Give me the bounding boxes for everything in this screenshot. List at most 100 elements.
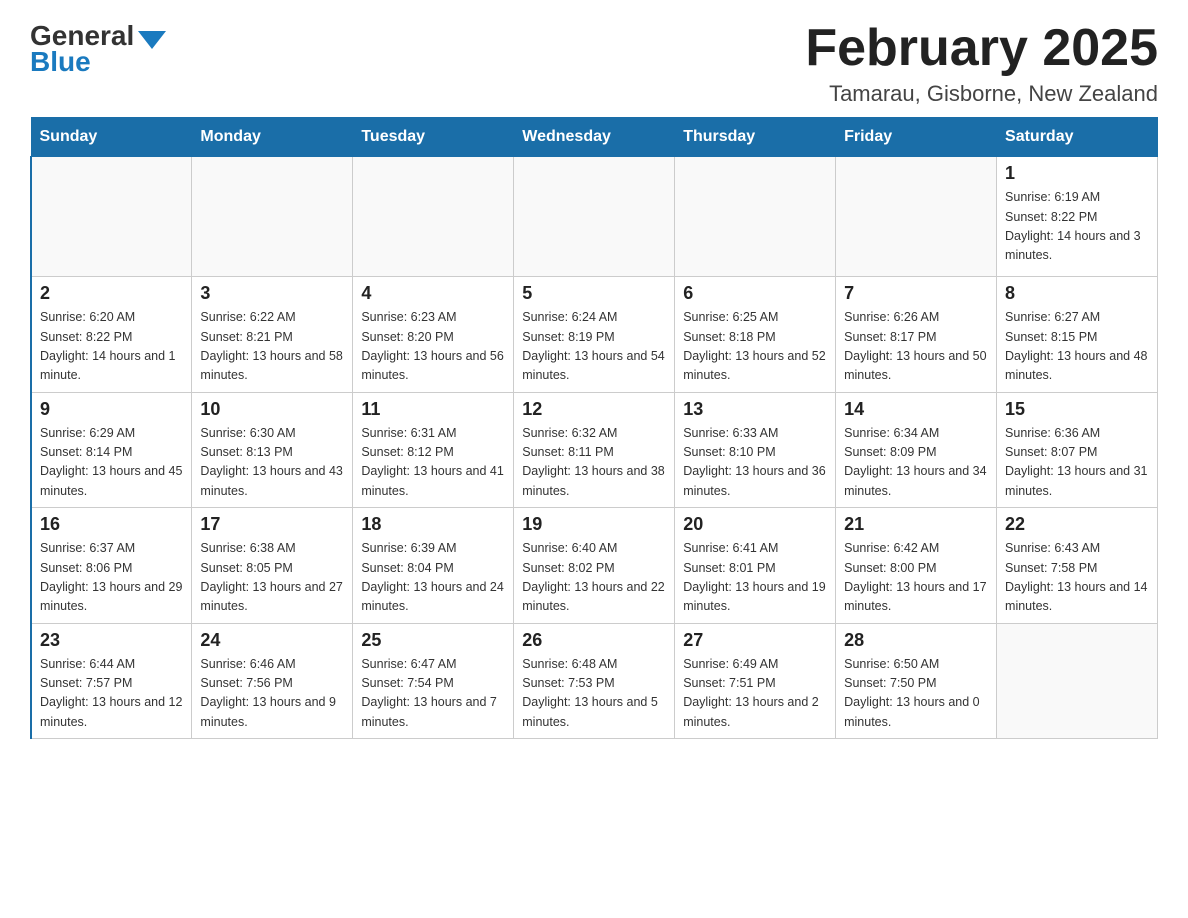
day-info: Sunrise: 6:25 AMSunset: 8:18 PMDaylight:…: [683, 308, 827, 386]
weekday-header-tuesday: Tuesday: [353, 118, 514, 157]
day-cell: 2 Sunrise: 6:20 AMSunset: 8:22 PMDaylight…: [31, 277, 192, 393]
day-number: 7: [844, 283, 988, 304]
day-cell: 11 Sunrise: 6:31 AMSunset: 8:12 PMDayligh…: [353, 392, 514, 508]
day-info: Sunrise: 6:29 AMSunset: 8:14 PMDaylight:…: [40, 424, 183, 502]
week-row-1: 1 Sunrise: 6:19 AMSunset: 8:22 PMDaylight…: [31, 157, 1158, 277]
logo: General Blue: [30, 20, 166, 78]
day-info: Sunrise: 6:47 AMSunset: 7:54 PMDaylight:…: [361, 655, 505, 733]
day-number: 15: [1005, 399, 1149, 420]
day-cell: 7 Sunrise: 6:26 AMSunset: 8:17 PMDaylight…: [836, 277, 997, 393]
day-number: 2: [40, 283, 183, 304]
day-info: Sunrise: 6:41 AMSunset: 8:01 PMDaylight:…: [683, 539, 827, 617]
day-info: Sunrise: 6:46 AMSunset: 7:56 PMDaylight:…: [200, 655, 344, 733]
day-info: Sunrise: 6:39 AMSunset: 8:04 PMDaylight:…: [361, 539, 505, 617]
day-info: Sunrise: 6:40 AMSunset: 8:02 PMDaylight:…: [522, 539, 666, 617]
weekday-header-wednesday: Wednesday: [514, 118, 675, 157]
day-cell: 15 Sunrise: 6:36 AMSunset: 8:07 PMDayligh…: [997, 392, 1158, 508]
day-number: 13: [683, 399, 827, 420]
day-number: 19: [522, 514, 666, 535]
weekday-header-thursday: Thursday: [675, 118, 836, 157]
weekday-header-row: SundayMondayTuesdayWednesdayThursdayFrid…: [31, 118, 1158, 157]
day-cell: 17 Sunrise: 6:38 AMSunset: 8:05 PMDayligh…: [192, 508, 353, 624]
day-cell: 6 Sunrise: 6:25 AMSunset: 8:18 PMDaylight…: [675, 277, 836, 393]
day-cell: 27 Sunrise: 6:49 AMSunset: 7:51 PMDayligh…: [675, 623, 836, 739]
day-cell: 5 Sunrise: 6:24 AMSunset: 8:19 PMDaylight…: [514, 277, 675, 393]
day-number: 4: [361, 283, 505, 304]
day-info: Sunrise: 6:23 AMSunset: 8:20 PMDaylight:…: [361, 308, 505, 386]
day-info: Sunrise: 6:36 AMSunset: 8:07 PMDaylight:…: [1005, 424, 1149, 502]
week-row-5: 23 Sunrise: 6:44 AMSunset: 7:57 PMDayligh…: [31, 623, 1158, 739]
day-cell: 20 Sunrise: 6:41 AMSunset: 8:01 PMDayligh…: [675, 508, 836, 624]
day-number: 25: [361, 630, 505, 651]
calendar-subtitle: Tamarau, Gisborne, New Zealand: [805, 81, 1158, 107]
day-number: 5: [522, 283, 666, 304]
day-cell: 23 Sunrise: 6:44 AMSunset: 7:57 PMDayligh…: [31, 623, 192, 739]
day-info: Sunrise: 6:48 AMSunset: 7:53 PMDaylight:…: [522, 655, 666, 733]
day-number: 6: [683, 283, 827, 304]
day-cell: 24 Sunrise: 6:46 AMSunset: 7:56 PMDayligh…: [192, 623, 353, 739]
day-info: Sunrise: 6:44 AMSunset: 7:57 PMDaylight:…: [40, 655, 183, 733]
weekday-header-monday: Monday: [192, 118, 353, 157]
day-cell: [997, 623, 1158, 739]
day-info: Sunrise: 6:49 AMSunset: 7:51 PMDaylight:…: [683, 655, 827, 733]
day-number: 18: [361, 514, 505, 535]
day-cell: 18 Sunrise: 6:39 AMSunset: 8:04 PMDayligh…: [353, 508, 514, 624]
day-info: Sunrise: 6:19 AMSunset: 8:22 PMDaylight:…: [1005, 188, 1149, 266]
day-info: Sunrise: 6:34 AMSunset: 8:09 PMDaylight:…: [844, 424, 988, 502]
day-cell: 21 Sunrise: 6:42 AMSunset: 8:00 PMDayligh…: [836, 508, 997, 624]
day-info: Sunrise: 6:22 AMSunset: 8:21 PMDaylight:…: [200, 308, 344, 386]
day-cell: 25 Sunrise: 6:47 AMSunset: 7:54 PMDayligh…: [353, 623, 514, 739]
day-number: 21: [844, 514, 988, 535]
day-cell: 26Sunrise: 6:48 AMSunset: 7:53 PMDayligh…: [514, 623, 675, 739]
day-number: 11: [361, 399, 505, 420]
day-cell: 10 Sunrise: 6:30 AMSunset: 8:13 PMDayligh…: [192, 392, 353, 508]
day-cell: [836, 157, 997, 277]
day-info: Sunrise: 6:20 AMSunset: 8:22 PMDaylight:…: [40, 308, 183, 386]
day-cell: 4 Sunrise: 6:23 AMSunset: 8:20 PMDaylight…: [353, 277, 514, 393]
day-info: Sunrise: 6:37 AMSunset: 8:06 PMDaylight:…: [40, 539, 183, 617]
logo-blue-text: Blue: [30, 46, 91, 78]
day-number: 17: [200, 514, 344, 535]
weekday-header-saturday: Saturday: [997, 118, 1158, 157]
day-number: 22: [1005, 514, 1149, 535]
day-number: 1: [1005, 163, 1149, 184]
day-info: Sunrise: 6:42 AMSunset: 8:00 PMDaylight:…: [844, 539, 988, 617]
day-info: Sunrise: 6:50 AMSunset: 7:50 PMDaylight:…: [844, 655, 988, 733]
day-info: Sunrise: 6:32 AMSunset: 8:11 PMDaylight:…: [522, 424, 666, 502]
title-block: February 2025 Tamarau, Gisborne, New Zea…: [805, 20, 1158, 107]
day-number: 16: [40, 514, 183, 535]
logo-arrow-icon: [138, 31, 166, 49]
day-cell: 14Sunrise: 6:34 AMSunset: 8:09 PMDayligh…: [836, 392, 997, 508]
week-row-3: 9 Sunrise: 6:29 AMSunset: 8:14 PMDaylight…: [31, 392, 1158, 508]
day-info: Sunrise: 6:43 AMSunset: 7:58 PMDaylight:…: [1005, 539, 1149, 617]
day-cell: [675, 157, 836, 277]
day-number: 27: [683, 630, 827, 651]
calendar-title: February 2025: [805, 20, 1158, 77]
day-number: 24: [200, 630, 344, 651]
day-number: 9: [40, 399, 183, 420]
day-info: Sunrise: 6:31 AMSunset: 8:12 PMDaylight:…: [361, 424, 505, 502]
day-info: Sunrise: 6:26 AMSunset: 8:17 PMDaylight:…: [844, 308, 988, 386]
day-number: 3: [200, 283, 344, 304]
week-row-4: 16 Sunrise: 6:37 AMSunset: 8:06 PMDayligh…: [31, 508, 1158, 624]
day-number: 20: [683, 514, 827, 535]
day-cell: [31, 157, 192, 277]
day-cell: 19 Sunrise: 6:40 AMSunset: 8:02 PMDayligh…: [514, 508, 675, 624]
day-cell: 16 Sunrise: 6:37 AMSunset: 8:06 PMDayligh…: [31, 508, 192, 624]
day-cell: 28 Sunrise: 6:50 AMSunset: 7:50 PMDayligh…: [836, 623, 997, 739]
week-row-2: 2 Sunrise: 6:20 AMSunset: 8:22 PMDaylight…: [31, 277, 1158, 393]
day-number: 23: [40, 630, 183, 651]
day-number: 10: [200, 399, 344, 420]
day-cell: 1 Sunrise: 6:19 AMSunset: 8:22 PMDaylight…: [997, 157, 1158, 277]
day-number: 28: [844, 630, 988, 651]
day-cell: 3 Sunrise: 6:22 AMSunset: 8:21 PMDaylight…: [192, 277, 353, 393]
day-number: 12: [522, 399, 666, 420]
day-info: Sunrise: 6:30 AMSunset: 8:13 PMDaylight:…: [200, 424, 344, 502]
day-info: Sunrise: 6:24 AMSunset: 8:19 PMDaylight:…: [522, 308, 666, 386]
weekday-header-friday: Friday: [836, 118, 997, 157]
day-cell: 13Sunrise: 6:33 AMSunset: 8:10 PMDayligh…: [675, 392, 836, 508]
day-cell: 9 Sunrise: 6:29 AMSunset: 8:14 PMDaylight…: [31, 392, 192, 508]
day-info: Sunrise: 6:38 AMSunset: 8:05 PMDaylight:…: [200, 539, 344, 617]
weekday-header-sunday: Sunday: [31, 118, 192, 157]
day-cell: [514, 157, 675, 277]
